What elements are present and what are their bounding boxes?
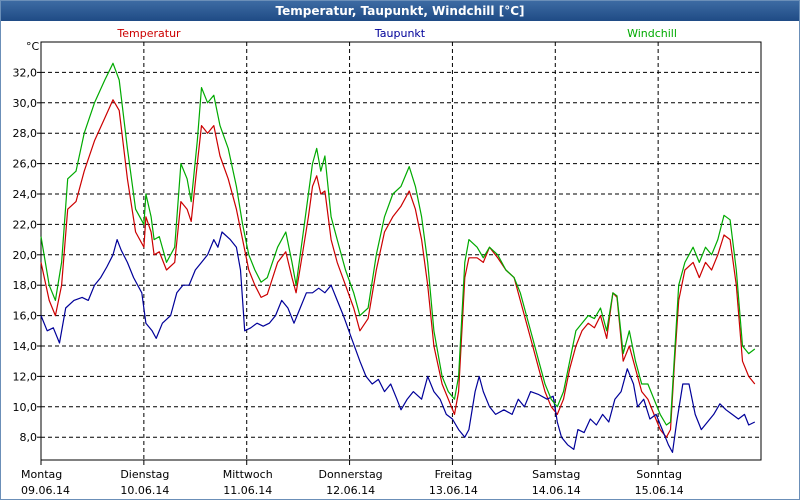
legend-windchill: Windchill	[627, 27, 677, 40]
y-tick-label: 22,0	[13, 218, 38, 231]
x-tick-day-label: Montag	[21, 468, 62, 481]
x-tick-day-label: Dienstag	[120, 468, 169, 481]
chart-window: Temperatur, Taupunkt, Windchill [°C] 32,…	[0, 0, 800, 500]
x-tick-date-label: 11.06.14	[223, 484, 272, 497]
x-tick-day-label: Samstag	[532, 468, 580, 481]
x-tick-day-label: Freitag	[435, 468, 473, 481]
x-tick-date-label: 12.06.14	[326, 484, 375, 497]
y-tick-label: 30,0	[13, 97, 38, 110]
x-tick-date-label: 15.06.14	[635, 484, 684, 497]
y-tick-label: 16,0	[13, 310, 38, 323]
y-axis-ticks: 32,0 30,0 28,0 26,0 24,0 22,0 20,0 18,0 16,0 14,0…	[13, 66, 41, 444]
window-title: Temperatur, Taupunkt, Windchill [°C]	[1, 1, 799, 21]
x-tick-date-label: 10.06.14	[120, 484, 169, 497]
y-tick-label: 32,0	[13, 66, 38, 79]
x-tick-day-label: Donnerstag	[318, 468, 382, 481]
y-tick-label: 28,0	[13, 127, 38, 140]
y-tick-label: 26,0	[13, 158, 38, 171]
y-tick-label: 24,0	[13, 188, 38, 201]
y-tick-label: 18,0	[13, 279, 38, 292]
y-tick-label: 14,0	[13, 340, 38, 353]
y-tick-label: 20,0	[13, 249, 38, 262]
x-tick-day-label: Mittwoch	[223, 468, 273, 481]
y-tick-label: 8,0	[20, 431, 38, 444]
y-tick-label: 12,0	[13, 370, 38, 383]
line-chart: 32,0 30,0 28,0 26,0 24,0 22,0 20,0 18,0 16,0 14,0…	[13, 27, 762, 497]
y-axis-unit-label: °C	[26, 40, 40, 53]
x-tick-day-label: Sonntag	[636, 468, 682, 481]
legend-taupunkt: Taupunkt	[374, 27, 426, 40]
x-tick-date-label: 13.06.14	[429, 484, 478, 497]
legend-temperatur: Temperatur	[116, 27, 181, 40]
x-axis-ticks: Montag 09.06.14 Dienstag 10.06.14 Mittwoch 11…	[21, 460, 684, 497]
y-tick-label: 10,0	[13, 401, 38, 414]
x-tick-date-label: 09.06.14	[21, 484, 70, 497]
x-tick-date-label: 14.06.14	[532, 484, 581, 497]
